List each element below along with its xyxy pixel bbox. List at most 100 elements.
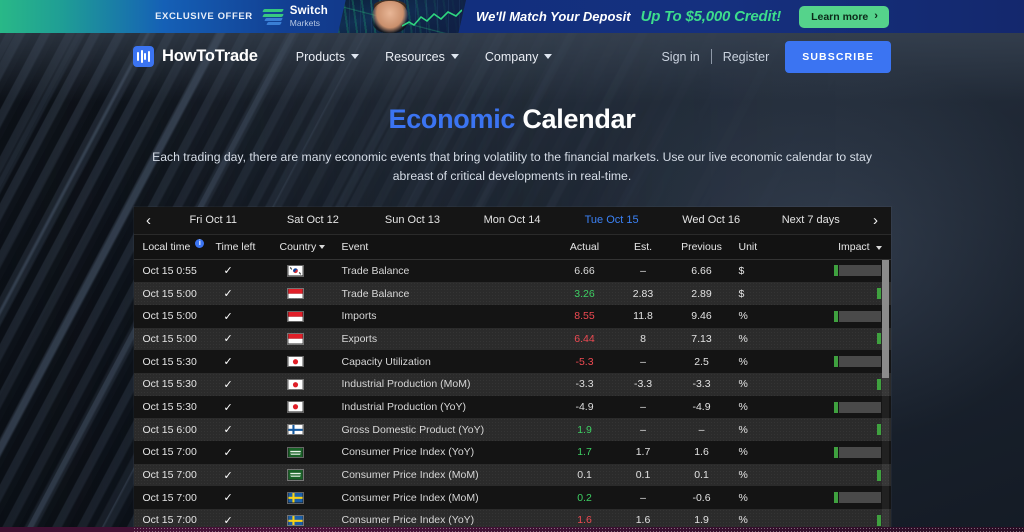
promo-deposit-text: We'll Match Your Deposit (476, 9, 631, 24)
cell-event[interactable]: Trade Balance (342, 288, 554, 300)
date-tab-wed-oct-16[interactable]: Wed Oct 16 (661, 214, 761, 226)
cell-event[interactable]: Industrial Production (MoM) (342, 378, 554, 390)
impact-bar-icon (876, 288, 881, 300)
flag-icon-fi (286, 423, 304, 436)
cell-impact[interactable] (781, 469, 891, 481)
chevron-down-icon (544, 54, 553, 59)
table-row[interactable]: Oct 15 5:30 ✓ Industrial Production (MoM) -… (133, 372, 891, 396)
promo-learn-more-label: Learn more (811, 10, 869, 23)
table-row[interactable]: Oct 15 5:30 ✓ Capacity Utilization -5.3 – 2.5… (133, 350, 891, 373)
column-header-est[interactable]: Est. (616, 241, 671, 253)
promo-learn-more-button[interactable]: Learn more › (799, 5, 889, 28)
column-header-previous[interactable]: Previous (671, 241, 733, 253)
promo-trader-photo (338, 0, 467, 33)
table-row[interactable]: Oct 15 5:00 ✓ Exports 6.44 8 7.13% (133, 327, 891, 351)
cell-event[interactable]: Capacity Utilization (342, 356, 554, 368)
table-row[interactable]: Oct 15 7:00 ✓ Consumer Price Index (MoM) 0.… (133, 486, 891, 510)
cell-country (280, 355, 342, 368)
subscribe-button[interactable]: SUBSCRIBE (785, 40, 891, 73)
cell-event[interactable]: Consumer Price Index (YoY) (342, 446, 554, 458)
impact-tooltip-bar (838, 446, 881, 458)
table-row[interactable]: Oct 15 5:30 ✓ Industrial Production (YoY) -… (133, 395, 891, 419)
column-header-time-left[interactable]: Time left (216, 241, 280, 253)
cell-impact[interactable] (781, 356, 891, 368)
chevron-right-icon: › (874, 10, 878, 22)
cell-impact[interactable] (781, 288, 891, 300)
cell-impact[interactable] (781, 401, 891, 413)
column-header-actual[interactable]: Actual (554, 241, 616, 253)
cell-local-time: Oct 15 5:30 (142, 378, 197, 391)
cell-time-left: ✓ (216, 310, 280, 323)
column-header-impact[interactable]: Impact (781, 241, 891, 253)
page-subtitle: Each trading day, there are many economi… (152, 150, 872, 184)
cell-previous: -3.3 (692, 378, 711, 391)
nav-item-products[interactable]: Products (296, 50, 360, 64)
bottom-strip (0, 527, 1024, 532)
cell-impact[interactable] (781, 378, 891, 390)
cell-event[interactable]: Consumer Price Index (YoY) (342, 514, 554, 526)
cell-impact[interactable] (781, 265, 891, 277)
economic-calendar-widget: ‹ Fri Oct 11 Sat Oct 12 Sun Oct 13 Mon O… (133, 206, 891, 530)
cell-impact[interactable] (781, 310, 891, 322)
date-tab-sat-oct-12[interactable]: Sat Oct 12 (263, 214, 363, 226)
cell-impact[interactable] (781, 424, 891, 436)
cell-impact[interactable] (781, 446, 891, 458)
cell-time-left: ✓ (216, 423, 280, 436)
cell-time-left: ✓ (216, 514, 280, 527)
sign-in-link[interactable]: Sign in (661, 50, 699, 64)
column-header-country[interactable]: Country (280, 241, 342, 253)
column-header-local-time[interactable]: Local time i (134, 239, 216, 253)
calendar-scrollbar-track[interactable] (881, 259, 889, 530)
cell-impact[interactable] (781, 333, 891, 345)
cell-time-left: ✓ (216, 446, 280, 459)
impact-bar-icon (876, 424, 881, 436)
nav-item-resources[interactable]: Resources (385, 50, 459, 64)
cell-impact[interactable] (781, 514, 891, 526)
cell-event[interactable]: Industrial Production (YoY) (342, 401, 554, 413)
main-navbar: HowToTrade Products Resources Company Si… (0, 33, 1024, 80)
flag-icon-sa (286, 446, 304, 459)
register-link[interactable]: Register (723, 50, 770, 64)
cell-time-left: ✓ (216, 469, 280, 482)
chevron-down-icon (450, 54, 459, 59)
column-header-unit[interactable]: Unit (733, 241, 781, 253)
cell-country (280, 492, 342, 504)
cell-previous: – (698, 423, 705, 436)
site-logo[interactable]: HowToTrade (133, 46, 258, 67)
date-nav-next-arrow[interactable]: › (861, 213, 891, 228)
cell-country (280, 423, 342, 436)
cell-time-left: ✓ (216, 264, 280, 277)
cell-event[interactable]: Consumer Price Index (MoM) (342, 492, 554, 504)
impact-bar-icon (833, 265, 838, 277)
cell-est: 11.8 (633, 310, 653, 323)
date-tab-sun-oct-13[interactable]: Sun Oct 13 (363, 214, 463, 226)
cell-impact[interactable] (781, 492, 891, 504)
nav-item-company[interactable]: Company (485, 50, 553, 64)
date-tab-fri-oct-11[interactable]: Fri Oct 11 (164, 214, 264, 226)
cell-country (280, 265, 342, 277)
calendar-scrollbar-thumb[interactable] (881, 259, 889, 378)
cell-event[interactable]: Gross Domestic Product (YoY) (342, 424, 554, 436)
cell-actual: 1.7 (577, 446, 592, 459)
table-row[interactable]: Oct 15 7:00 ✓ Consumer Price Index (YoY) 1.… (133, 441, 891, 464)
column-header-country-label: Country (279, 240, 317, 253)
column-header-event[interactable]: Event (342, 241, 554, 253)
date-tab-next-7-days[interactable]: Next 7 days (761, 214, 861, 226)
info-icon[interactable]: i (195, 239, 205, 249)
column-header-impact-label: Impact (838, 240, 870, 253)
cell-event[interactable]: Consumer Price Index (MoM) (342, 469, 554, 481)
table-row[interactable]: Oct 15 6:00 ✓ Gross Domestic Product (YoY)… (133, 418, 891, 442)
cell-event[interactable]: Imports (342, 310, 554, 322)
cell-country (280, 378, 342, 391)
table-row[interactable]: Oct 15 5:00 ✓ Imports 8.55 11.8 9.46% (133, 304, 891, 328)
date-tab-mon-oct-14[interactable]: Mon Oct 14 (462, 214, 562, 226)
table-row[interactable]: Oct 15 0:55 ✓ Trade Balance 6.66 – 6.66 $ (133, 259, 891, 283)
table-row[interactable]: Oct 15 7:00 ✓ Consumer Price Index (MoM) 0.… (133, 463, 891, 487)
table-row[interactable]: Oct 15 5:00 ✓ Trade Balance 3.26 2.83 2.89 $ (133, 282, 891, 305)
date-nav-prev-arrow[interactable]: ‹ (134, 213, 164, 228)
date-tab-tue-oct-15[interactable]: Tue Oct 15 (562, 214, 662, 226)
promo-banner[interactable]: EXCLUSIVE OFFER Switch Markets We'll Mat… (0, 0, 1024, 33)
cell-event[interactable]: Exports (342, 333, 554, 345)
cell-event[interactable]: Trade Balance (342, 265, 554, 277)
cell-country (280, 401, 342, 413)
